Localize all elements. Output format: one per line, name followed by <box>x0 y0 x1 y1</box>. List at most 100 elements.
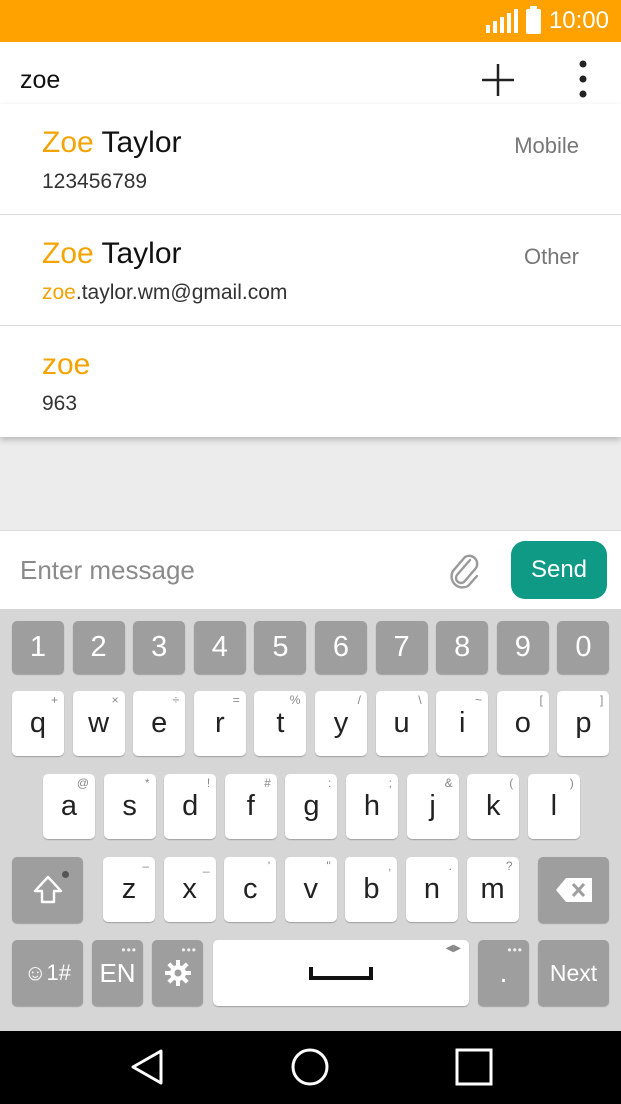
key-secondary-label: ÷ <box>172 693 180 707</box>
suggestion-item[interactable]: Zoe Taylor 123456789 Mobile <box>0 104 621 215</box>
key-h[interactable]: h; <box>346 774 398 839</box>
key-secondary-label: @ <box>76 776 89 790</box>
key-label: u <box>393 707 410 739</box>
key-v[interactable]: v " <box>284 857 337 922</box>
key-g[interactable]: g: <box>285 774 338 839</box>
key-label: f <box>246 790 255 822</box>
suggestion-name: Zoe Taylor <box>42 237 182 270</box>
key-a[interactable]: a @ <box>43 774 95 839</box>
battery-icon <box>525 5 541 34</box>
key-l[interactable]: l) <box>527 774 580 839</box>
key-t[interactable]: t% <box>254 691 307 756</box>
suggestion-detail: 123456789 <box>42 170 148 193</box>
space-key[interactable]: ◀▶ <box>213 940 469 1006</box>
key-d[interactable]: d! <box>164 774 217 839</box>
settings-key[interactable]: ••• <box>152 940 203 1006</box>
key-label: q <box>29 707 47 739</box>
key-secondary-label: = <box>232 693 240 707</box>
key-m[interactable]: m? <box>466 857 519 922</box>
key-3[interactable]: 3 <box>133 621 186 674</box>
attach-button[interactable] <box>444 551 484 591</box>
key-5[interactable]: 5 <box>254 621 307 674</box>
key-label: o <box>514 707 531 739</box>
recents-icon[interactable] <box>455 1048 493 1086</box>
key-label: m <box>480 873 505 905</box>
key-k[interactable]: k( <box>467 774 520 839</box>
more-dots: ••• <box>507 943 523 957</box>
key-6[interactable]: 6 <box>315 621 367 674</box>
suggestion-name: zoe <box>42 348 91 381</box>
key-8[interactable]: 8 <box>436 621 489 674</box>
key-label: s <box>122 790 137 822</box>
key-1[interactable]: 1 <box>12 621 64 674</box>
key-label: r <box>214 707 225 739</box>
key-label: h <box>363 790 381 822</box>
key-e[interactable]: e ÷ <box>133 691 186 756</box>
recipient-bar: zoe <box>0 42 621 106</box>
home-icon[interactable] <box>290 1047 330 1087</box>
signal-icon <box>485 9 518 33</box>
key-z[interactable]: z – <box>103 857 155 922</box>
cursor-arrows-icon: ◀▶ <box>445 943 461 954</box>
key-s[interactable]: s * <box>103 774 156 839</box>
key-j[interactable]: j & <box>406 774 459 839</box>
key-label: e <box>151 707 168 739</box>
key-0[interactable]: 0 <box>557 621 610 674</box>
key-o[interactable]: o[ <box>496 691 549 756</box>
key-u[interactable]: u \ <box>375 691 428 756</box>
key-secondary-label: ( <box>509 776 514 790</box>
more-dots: ••• <box>181 943 197 957</box>
key-f[interactable]: f # <box>224 774 277 839</box>
more-options-button[interactable] <box>566 58 600 102</box>
more-dots: ••• <box>121 943 137 957</box>
shift-key[interactable] <box>12 857 83 923</box>
backspace-key[interactable] <box>538 857 609 923</box>
key-secondary-label: / <box>357 693 361 707</box>
key-label: j <box>429 790 436 822</box>
key-label: n <box>423 873 441 905</box>
key-w[interactable]: w × <box>72 691 125 756</box>
key-secondary-label: \ <box>418 693 422 707</box>
symbols-key[interactable]: ☺1# <box>12 940 83 1006</box>
key-secondary-label: & <box>444 776 453 790</box>
key-i[interactable]: i ~ <box>436 691 489 756</box>
key-9[interactable]: 9 <box>496 621 549 674</box>
key-y[interactable]: y / <box>315 691 367 756</box>
next-key[interactable]: Next <box>538 940 609 1006</box>
status-icons: 10:00 <box>485 5 609 36</box>
key-r[interactable]: r = <box>193 691 246 756</box>
recipient-input[interactable]: zoe <box>20 66 60 95</box>
gear-icon <box>164 960 191 986</box>
add-recipient-button[interactable] <box>476 58 520 102</box>
key-7[interactable]: 7 <box>375 621 428 674</box>
key-c[interactable]: c ' <box>224 857 277 922</box>
message-input[interactable]: Enter message <box>20 555 195 586</box>
key-label: k <box>485 790 501 822</box>
suggestion-item[interactable]: zoe 963 <box>0 326 621 437</box>
key-secondary-label: # <box>264 776 271 790</box>
suggestion-item[interactable]: Zoe Taylor zoe.taylor.wm@gmail.com Other <box>0 215 621 326</box>
period-label: . <box>499 956 508 989</box>
key-secondary-label: ' <box>267 859 271 873</box>
key-n[interactable]: n. <box>406 857 458 922</box>
back-icon[interactable] <box>127 1047 167 1087</box>
period-key[interactable]: . ••• <box>478 940 529 1006</box>
key-x[interactable]: x _ <box>163 857 216 922</box>
suggestion-type: Mobile <box>514 133 579 158</box>
message-composer: Enter message Send <box>0 530 621 609</box>
key-4[interactable]: 4 <box>193 621 246 674</box>
key-q[interactable]: q + <box>12 691 64 756</box>
paperclip-icon <box>450 554 479 589</box>
key-p[interactable]: p] <box>557 691 610 756</box>
key-b[interactable]: b, <box>345 857 398 922</box>
status-bar: 10:00 <box>0 0 621 42</box>
key-secondary-label: : <box>328 776 332 790</box>
key-secondary-label: × <box>111 693 119 707</box>
key-2[interactable]: 2 <box>72 621 125 674</box>
send-button[interactable]: Send <box>511 541 607 599</box>
key-label: g <box>303 790 320 822</box>
more-vert-icon <box>579 60 587 98</box>
key-secondary-label: ? <box>505 859 513 873</box>
language-key[interactable]: EN ••• <box>92 940 143 1006</box>
suggestion-name: Zoe Taylor <box>42 126 182 159</box>
